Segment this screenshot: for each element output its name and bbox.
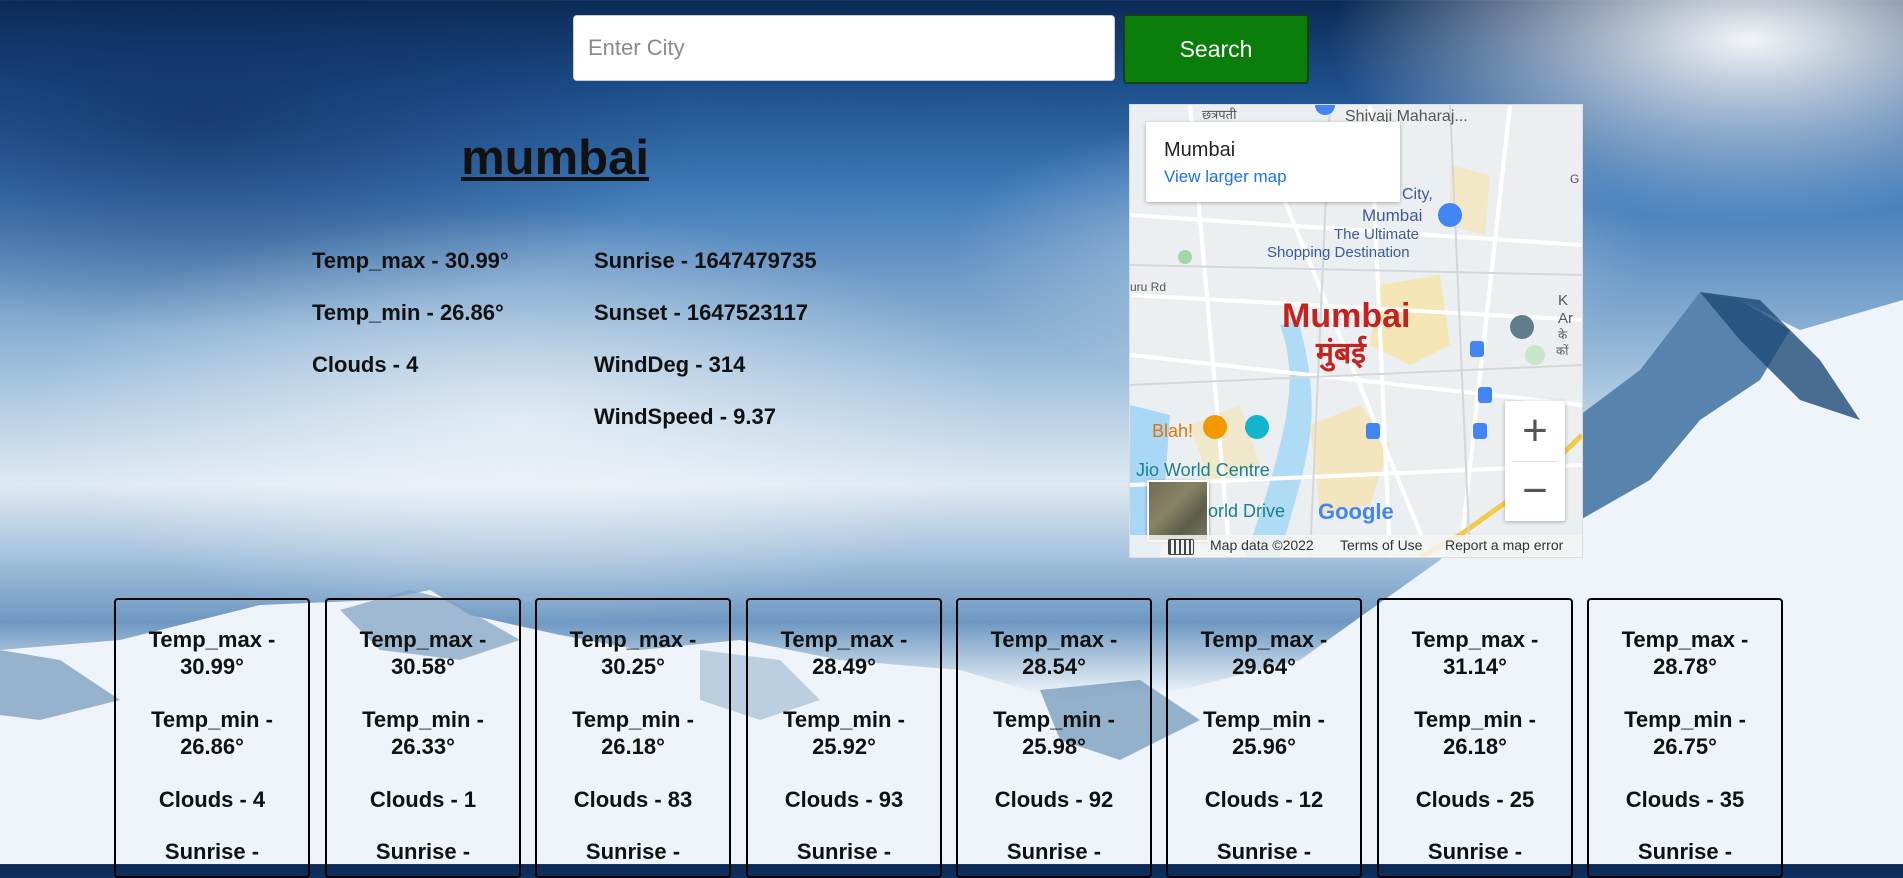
temp-min-value: 26.86° [180,734,244,759]
satellite-view-toggle[interactable] [1147,480,1209,542]
temp-max-value: 30.99° [180,654,244,679]
view-larger-map-link[interactable]: View larger map [1164,167,1287,187]
sunrise-stat: Sunrise - 1647479735 [594,248,817,273]
clouds-value: Clouds - 1 [369,787,477,812]
zoom-in-button[interactable]: + [1505,401,1565,461]
temp-max-label: Temp_max - [780,627,908,652]
temp-max-label: Temp_max - [990,627,1118,652]
clouds-stat: Clouds - 4 [312,352,419,377]
temp-max-label: Temp_max - [148,627,276,652]
temp-min-label: Temp_min - [362,707,484,732]
temp-min-label: Temp_min - [572,707,694,732]
temp-min-value: 25.96° [1232,734,1296,759]
forecast-card: Temp_max - 28.49° Temp_min - 25.92° Clou… [746,598,942,878]
svg-text:Mumbai: Mumbai [1362,206,1422,225]
temp-max-label: Temp_max - [1411,627,1539,652]
search-button[interactable]: Search [1123,14,1309,84]
sunrise-label: Sunrise - [1637,839,1733,864]
temp-max-label: Temp_max - [569,627,697,652]
temp-max-value: 29.64° [1232,654,1296,679]
map-data-text: Map data ©2022 [1210,537,1314,553]
temp-min-label: Temp_min - [1203,707,1325,732]
svg-text:Mumbai: Mumbai [1282,297,1410,335]
forecast-card: Temp_max - 28.78° Temp_min - 26.75° Clou… [1587,598,1783,878]
svg-text:K: K [1558,292,1568,309]
temp-min-value: 26.33° [391,734,455,759]
sunrise-label: Sunrise - [1006,839,1102,864]
city-title: mumbai [461,131,649,185]
temp-min-label: Temp_min - [783,707,905,732]
svg-text:G: G [1570,172,1579,186]
map-info-card: Mumbai View larger map [1146,122,1400,202]
map-footer: Map data ©2022 Terms of Use Report a map… [1130,535,1582,557]
temp-max-label: Temp_max - [1621,627,1749,652]
clouds-value: Clouds - 25 [1415,787,1535,812]
temp-min-value: 25.98° [1022,734,1086,759]
forecast-card: Temp_max - 30.58° Temp_min - 26.33° Clou… [325,598,521,878]
keyboard-shortcuts-icon[interactable] [1168,539,1194,555]
sunrise-label: Sunrise - [796,839,892,864]
sunrise-label: Sunrise - [375,839,471,864]
temp-max-value: 28.54° [1022,654,1086,679]
zoom-controls: + − [1505,401,1565,521]
temp-max-value: 30.58° [391,654,455,679]
svg-text:Blah!: Blah! [1152,421,1193,441]
svg-text:Google: Google [1318,499,1394,524]
svg-text:Ar: Ar [1558,310,1573,327]
svg-text:कों: कों [1556,344,1569,358]
report-map-error-link[interactable]: Report a map error [1445,537,1563,553]
temp-min-value: 25.92° [812,734,876,759]
clouds-value: Clouds - 93 [784,787,904,812]
temp-max-value: 31.14° [1443,654,1507,679]
forecast-card: Temp_max - 30.99° Temp_min - 26.86° Clou… [114,598,310,878]
zoom-out-button[interactable]: − [1505,461,1565,521]
clouds-value: Clouds - 4 [158,787,266,812]
sunrise-label: Sunrise - [164,839,260,864]
svg-text:City,: City, [1402,186,1433,203]
svg-text:के: के [1558,328,1568,342]
sunset-stat: Sunset - 1647523117 [594,300,809,325]
map-place-title: Mumbai [1164,139,1236,161]
wind-deg-stat: WindDeg - 314 [594,352,746,377]
temp-min-value: 26.18° [1443,734,1507,759]
forecast-card: Temp_max - 30.25° Temp_min - 26.18° Clou… [535,598,731,878]
clouds-value: Clouds - 12 [1204,787,1324,812]
sunrise-label: Sunrise - [1216,839,1312,864]
wind-speed-stat: WindSpeed - 9.37 [594,404,776,429]
forecast-card: Temp_max - 31.14° Temp_min - 26.18° Clou… [1377,598,1573,878]
svg-text:मुंबई: मुंबई [1315,335,1367,372]
svg-text:uru Rd: uru Rd [1130,280,1166,294]
temp-min-label: Temp_min - [151,707,273,732]
temp-max-value: 30.25° [601,654,665,679]
svg-text:orld Drive: orld Drive [1208,501,1285,521]
terms-of-use-link[interactable]: Terms of Use [1340,537,1422,553]
temp-min-label: Temp_min - [993,707,1115,732]
forecast-card: Temp_max - 28.54° Temp_min - 25.98° Clou… [956,598,1152,878]
sunrise-label: Sunrise - [1427,839,1523,864]
temp-min-value: 26.18° [601,734,665,759]
temp-max-stat: Temp_max - 30.99° [312,248,509,273]
svg-text:छत्रपती: छत्रपती [1202,107,1237,122]
clouds-value: Clouds - 83 [573,787,693,812]
temp-max-label: Temp_max - [1200,627,1328,652]
clouds-value: Clouds - 35 [1625,787,1745,812]
svg-text:Shopping Destination: Shopping Destination [1267,244,1410,261]
temp-min-label: Temp_min - [1414,707,1536,732]
svg-text:Jio World Centre: Jio World Centre [1136,460,1270,480]
temp-min-stat: Temp_min - 26.86° [312,300,504,325]
forecast-card: Temp_max - 29.64° Temp_min - 25.96° Clou… [1166,598,1362,878]
city-search-input[interactable] [573,15,1115,81]
temp-min-label: Temp_min - [1624,707,1746,732]
clouds-value: Clouds - 92 [994,787,1114,812]
temp-max-label: Temp_max - [359,627,487,652]
embedded-map[interactable]: छत्रपती Shivaji Maharaj... City, Mumbai … [1129,104,1583,558]
svg-text:The Ultimate: The Ultimate [1334,226,1419,243]
temp-max-value: 28.49° [812,654,876,679]
temp-max-value: 28.78° [1653,654,1717,679]
temp-min-value: 26.75° [1653,734,1717,759]
sunrise-label: Sunrise - [585,839,681,864]
